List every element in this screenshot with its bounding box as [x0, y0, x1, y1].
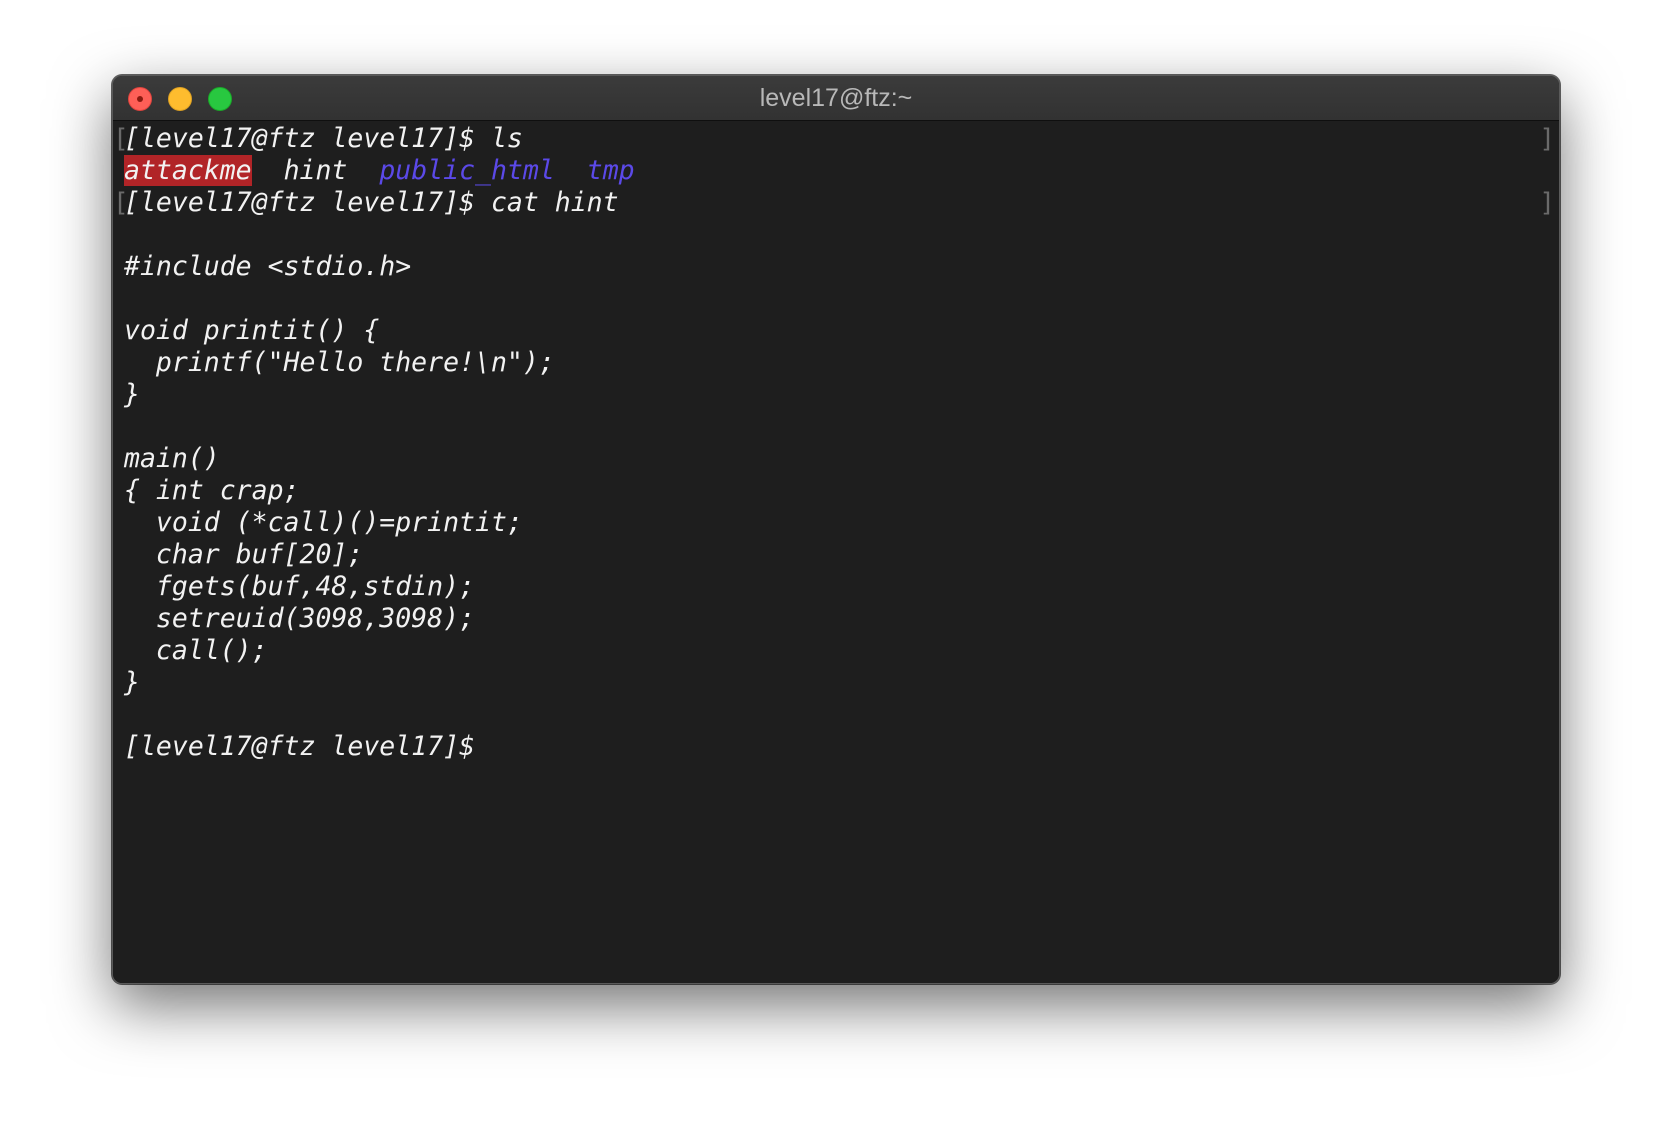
code-line: }: [124, 667, 140, 698]
directory-entry: public_html: [379, 155, 555, 186]
prompt: [level17@ftz level17]$: [124, 187, 475, 218]
command-text: cat hint: [475, 187, 619, 218]
prompt: [level17@ftz level17]$: [124, 731, 475, 762]
code-line: void (*call)()=printit;: [124, 507, 523, 538]
window-title: level17@ftz:~: [759, 84, 913, 112]
code-line: main(): [124, 443, 220, 474]
command-mark-right: ]: [1539, 188, 1555, 218]
command-text: ls: [475, 123, 523, 154]
regular-file: hint: [283, 155, 348, 186]
code-line: }: [124, 379, 140, 410]
code-line: void printit() {: [124, 315, 380, 346]
prompt: [level17@ftz level17]$: [124, 123, 475, 154]
terminal-line: [level17@ftz level17]$: [124, 730, 475, 764]
terminal-line: [level17@ftz level17]$ cat hint: [124, 186, 619, 220]
executable-file: attackme: [124, 155, 252, 186]
code-line: setreuid(3098,3098);: [124, 603, 475, 634]
terminal-content[interactable]: [ ] [level17@ftz level17]$ ls attackme h…: [113, 121, 1559, 983]
code-line: fgets(buf,48,stdin);: [124, 571, 475, 602]
terminal-window: level17@ftz:~ [ ] [level17@ftz level17]$…: [112, 75, 1560, 984]
code-line: #include <stdio.h>: [124, 251, 412, 282]
code-line: char buf[20];: [124, 539, 364, 570]
terminal-line: [level17@ftz level17]$ ls: [124, 122, 523, 156]
ls-output: attackme hint public_html tmp: [124, 154, 635, 188]
code-line: call();: [124, 635, 268, 666]
code-line: { int crap;: [124, 475, 300, 506]
code-line: printf("Hello there!\n");: [124, 347, 555, 378]
title-bar[interactable]: level17@ftz:~: [113, 76, 1559, 121]
command-mark-right: ]: [1539, 124, 1555, 154]
directory-entry: tmp: [586, 155, 635, 186]
